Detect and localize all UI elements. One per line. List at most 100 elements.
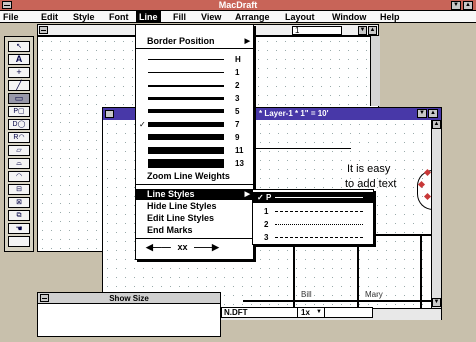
front-doc-minimize-icon[interactable]: ▼ (417, 109, 427, 118)
end-marks-sample[interactable]: ◀—— xx ——▶ (136, 242, 253, 253)
crosshair-tool-icon[interactable]: + (8, 67, 30, 78)
weight-label: 7 (235, 120, 240, 129)
menu-file[interactable]: File (3, 11, 19, 23)
doc-control-box[interactable] (39, 26, 48, 34)
menu-font[interactable]: Font (109, 11, 129, 23)
show-size-title-bar: Show Size (38, 293, 220, 304)
drawn-wall[interactable] (357, 238, 359, 308)
line-style-1[interactable]: 1 (253, 206, 373, 217)
right-arrow-icon: ——▶ (193, 242, 219, 252)
line-weight-9[interactable]: 9 (148, 132, 253, 143)
weight-sample (148, 147, 224, 154)
line-weight-13[interactable]: 13 (148, 158, 253, 169)
menu-divider (136, 184, 253, 185)
link-tool-icon[interactable]: ⧉ (8, 210, 30, 221)
front-doc-vscroll[interactable]: ▲ ▼ (431, 120, 441, 308)
weight-sample (148, 159, 224, 168)
hairline-sample (148, 59, 224, 60)
scroll-up-icon[interactable]: ▲ (368, 26, 377, 35)
tool-palette: ↖ A + ╱ ▭ P▢ D◯ R◠ ▱ ⌓ ◠ ⊟ ⊠ ⧉ ☚ (4, 36, 34, 252)
minimize-icon[interactable]: ▼ (451, 1, 461, 10)
weight-sample (148, 134, 224, 140)
palette-extra-icon[interactable] (8, 236, 30, 247)
annotation-line1[interactable]: It is easy (347, 163, 390, 175)
rectangle-tool-icon[interactable]: ▭ (8, 93, 30, 104)
symbol-tool-icon[interactable]: ⊠ (8, 197, 30, 208)
menu-edit[interactable]: Edit (41, 11, 58, 23)
menu-divider (136, 238, 253, 239)
menu-arrange[interactable]: Arrange (235, 11, 270, 23)
freehand-tool-icon[interactable]: ⌓ (8, 158, 30, 169)
menu-layout[interactable]: Layout (285, 11, 315, 23)
app-title: MacDraft (218, 0, 258, 10)
line-weight-1[interactable]: 1 (148, 67, 253, 78)
edit-line-styles-item[interactable]: Edit Line Styles (136, 213, 253, 224)
back-doc-field[interactable]: 1 (292, 26, 342, 35)
text-tool-icon[interactable]: A (8, 54, 30, 65)
front-doc-control-box[interactable] (105, 110, 114, 118)
line-weight-hairline[interactable]: H (148, 54, 253, 65)
line-style-solid[interactable]: ✓ P (253, 192, 373, 203)
label-mary[interactable]: Mary (365, 290, 383, 299)
weight-sample (148, 72, 224, 73)
scroll-down-icon[interactable]: ▼ (358, 26, 367, 35)
drawn-room-outline[interactable] (293, 234, 433, 308)
hand-tool-icon[interactable]: ☚ (8, 223, 30, 234)
drawn-wall-right[interactable] (420, 234, 422, 308)
zoom-value: 1x (301, 308, 310, 317)
line-style-3[interactable]: 3 (253, 232, 373, 243)
weight-label: 5 (235, 107, 240, 116)
line-styles-item[interactable]: Line Styles ▶ (136, 189, 253, 200)
weight-label: 3 (235, 94, 240, 103)
hide-line-styles-item[interactable]: Hide Line Styles (136, 201, 253, 212)
dash-line-sample (275, 237, 363, 238)
menu-help[interactable]: Help (380, 11, 400, 23)
front-doc-maximize-icon[interactable]: ▲ (428, 109, 438, 118)
weight-sample (148, 109, 224, 113)
weight-label: 13 (235, 159, 244, 168)
line-style-2[interactable]: 2 (253, 219, 373, 230)
vscroll-up-icon[interactable]: ▲ (432, 120, 441, 129)
label-bill[interactable]: Bill (301, 290, 312, 299)
line-tool-icon[interactable]: ╱ (8, 80, 30, 91)
line-styles-submenu: ✓ P 1 2 3 (252, 189, 374, 245)
weight-sample (148, 97, 224, 100)
menu-fill[interactable]: Fill (173, 11, 186, 23)
show-size-window: Show Size (37, 292, 221, 337)
dash-line-sample (275, 211, 363, 212)
line-weight-5[interactable]: 5 (148, 106, 253, 117)
arc-tool-icon[interactable]: R◠ (8, 132, 30, 143)
zoom-select[interactable]: 1x ▼ (297, 308, 325, 317)
line-menu-dropdown: Border Position ▶ H 1 2 3 5 ✓ 7 9 11 13 Z… (135, 24, 254, 260)
show-size-control-box[interactable] (40, 294, 49, 302)
border-position-item[interactable]: Border Position ▶ (136, 36, 253, 47)
polygon-tool-icon[interactable]: ▱ (8, 145, 30, 156)
menu-line[interactable]: Line (136, 11, 161, 23)
rounded-rect-tool-icon[interactable]: P▢ (8, 106, 30, 117)
drawn-floor[interactable] (243, 300, 433, 302)
oval-tool-icon[interactable]: D◯ (8, 119, 30, 130)
weight-sample (148, 122, 224, 127)
line-style-label: 3 (264, 233, 269, 242)
curve-tool-icon[interactable]: ◠ (8, 171, 30, 182)
maximize-icon[interactable]: ▲ (463, 1, 473, 10)
back-doc-scrollbar[interactable] (370, 36, 380, 106)
end-marks-item[interactable]: End Marks (136, 225, 253, 236)
line-weight-11[interactable]: 11 (148, 145, 253, 156)
drawn-line[interactable] (251, 148, 351, 150)
line-weight-2[interactable]: 2 (148, 80, 253, 91)
file-name: N.DFT (224, 308, 248, 317)
border-position-label: Border Position (147, 36, 215, 46)
menu-view[interactable]: View (201, 11, 221, 23)
pointer-tool-icon[interactable]: ↖ (8, 41, 30, 52)
dimension-tool-icon[interactable]: ⊟ (8, 184, 30, 195)
zoom-line-weights-item[interactable]: Zoom Line Weights (136, 171, 253, 182)
line-styles-label: Line Styles (147, 189, 195, 199)
menu-style[interactable]: Style (73, 11, 95, 23)
menu-window[interactable]: Window (332, 11, 366, 23)
line-weight-3[interactable]: 3 (148, 93, 253, 104)
line-weight-7[interactable]: ✓ 7 (139, 119, 253, 130)
weight-label: 9 (235, 133, 240, 142)
line-style-label: 2 (264, 220, 269, 229)
vscroll-down-icon[interactable]: ▼ (432, 298, 441, 307)
